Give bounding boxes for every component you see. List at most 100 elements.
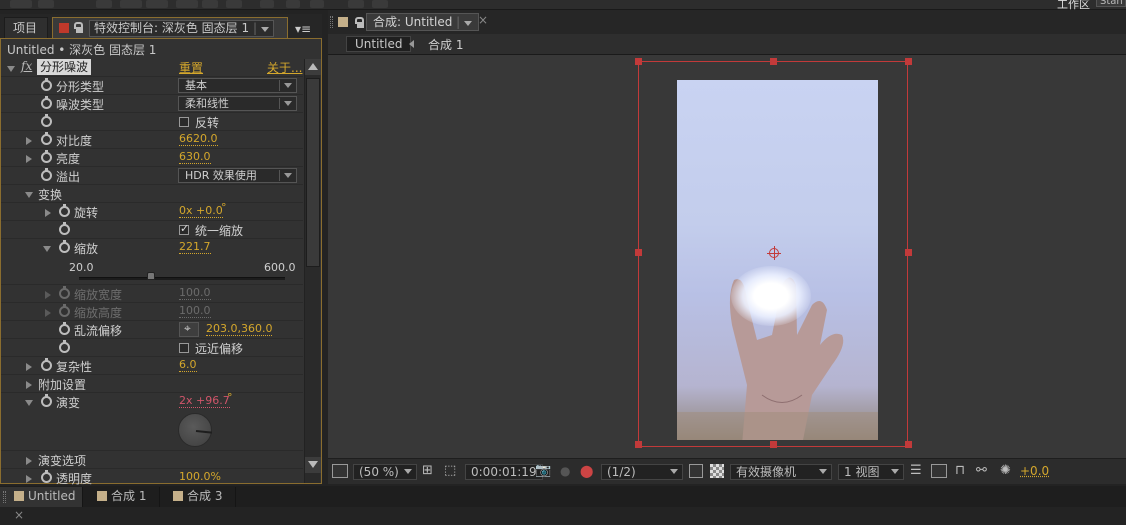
- transform-handle[interactable]: [905, 441, 912, 448]
- expand-toggle-icon[interactable]: [45, 309, 51, 317]
- complexity-value[interactable]: 6.0: [179, 358, 197, 372]
- expand-toggle-icon[interactable]: [26, 457, 32, 465]
- transform-handle[interactable]: [770, 58, 777, 65]
- workspace-select[interactable]: Stan: [1096, 0, 1126, 7]
- roto-brush-tool-button[interactable]: [348, 0, 364, 8]
- region-of-interest-icon[interactable]: [689, 464, 703, 478]
- brush-tool-button[interactable]: [260, 0, 274, 8]
- snapshot-camera-icon[interactable]: 📷: [535, 464, 551, 480]
- tab-project[interactable]: 项目: [4, 17, 48, 38]
- exposure-reset-icon[interactable]: ✺: [1000, 464, 1011, 480]
- rotation-value[interactable]: 0x +0.0: [179, 204, 223, 218]
- mask-tool-button[interactable]: [176, 0, 198, 8]
- chevron-down-icon[interactable]: [464, 21, 473, 26]
- always-preview-icon[interactable]: [332, 464, 348, 478]
- hand-tool-button[interactable]: [38, 0, 54, 8]
- reset-link[interactable]: 重置: [179, 59, 203, 76]
- mask-visibility-icon[interactable]: ⬚: [444, 464, 456, 480]
- transform-handle[interactable]: [905, 249, 912, 256]
- offset-turbulence-value[interactable]: 203.0,360.0: [206, 322, 273, 336]
- eraser-tool-button[interactable]: [310, 0, 324, 8]
- lock-icon[interactable]: [354, 17, 364, 29]
- evolution-angle-dial[interactable]: [178, 413, 213, 447]
- timeline-tab-untitled[interactable]: Untitled ×: [0, 487, 83, 522]
- scale-value[interactable]: 221.7: [179, 240, 211, 254]
- fractal-type-select[interactable]: 基本: [178, 78, 297, 93]
- scroll-thumb[interactable]: [306, 78, 320, 267]
- evolution-value[interactable]: 2x +96.7: [179, 394, 230, 408]
- magnification-select[interactable]: (50 %): [353, 464, 417, 480]
- uniform-scaling-checkbox[interactable]: [179, 222, 189, 235]
- rotate-tool-button[interactable]: [96, 0, 112, 8]
- point-picker-button[interactable]: [179, 321, 199, 337]
- transform-handle[interactable]: [635, 58, 642, 65]
- expand-toggle-icon[interactable]: [7, 66, 15, 72]
- stopwatch-icon[interactable]: [41, 96, 52, 109]
- stopwatch-icon[interactable]: [41, 132, 52, 145]
- selection-tool-button[interactable]: [10, 0, 32, 8]
- stopwatch-icon[interactable]: [41, 150, 52, 163]
- expand-toggle-icon[interactable]: [26, 137, 32, 145]
- close-icon[interactable]: ×: [478, 13, 488, 27]
- breadcrumb-item-comp1[interactable]: 合成 1: [428, 36, 463, 53]
- effect-name[interactable]: 分形噪波: [37, 59, 92, 75]
- about-link[interactable]: 关于...: [267, 59, 302, 76]
- stopwatch-icon[interactable]: [41, 470, 52, 483]
- perspective-offset-checkbox[interactable]: [179, 343, 189, 353]
- scale-slider-handle[interactable]: [146, 272, 155, 280]
- fx-toggle-icon[interactable]: fx: [21, 59, 32, 73]
- transform-handle[interactable]: [635, 441, 642, 448]
- toggle-pixel-aspect-icon[interactable]: ☰: [910, 464, 922, 480]
- transform-handle[interactable]: [905, 58, 912, 65]
- flowchart-icon[interactable]: ⚯: [976, 464, 987, 480]
- camera-tool-button[interactable]: [120, 0, 142, 8]
- expand-toggle-icon[interactable]: [26, 363, 32, 371]
- pan-behind-tool-button[interactable]: [146, 0, 168, 8]
- transparency-grid-icon[interactable]: [710, 464, 724, 478]
- composition-viewer[interactable]: [328, 54, 1126, 458]
- noise-type-select[interactable]: 柔和线性: [178, 96, 297, 111]
- resolution-select[interactable]: (1/2): [601, 464, 683, 480]
- brightness-value[interactable]: 630.0: [179, 150, 211, 164]
- timeline-tab-comp1[interactable]: 合成 1: [85, 487, 160, 507]
- rgb-channels-icon[interactable]: ⬤: [580, 464, 593, 480]
- expand-toggle-icon[interactable]: [26, 475, 32, 483]
- stopwatch-icon[interactable]: [59, 240, 70, 253]
- panel-menu-button[interactable]: ▾≡: [290, 20, 316, 38]
- timeline-icon[interactable]: ⊓: [955, 464, 965, 480]
- stopwatch-icon[interactable]: [59, 204, 70, 217]
- expand-toggle-icon[interactable]: [43, 246, 51, 252]
- stopwatch-icon[interactable]: [59, 340, 70, 353]
- grid-guides-icon[interactable]: ⊞: [422, 464, 433, 480]
- camera-select[interactable]: 有效摄像机: [730, 464, 832, 480]
- scroll-down-button[interactable]: [305, 457, 321, 473]
- contrast-value[interactable]: 6620.0: [179, 132, 218, 146]
- vertical-scrollbar[interactable]: [304, 59, 321, 483]
- overflow-select[interactable]: HDR 效果使用: [178, 168, 297, 183]
- opacity-value[interactable]: 100.0%: [179, 470, 221, 483]
- transform-handle[interactable]: [770, 441, 777, 448]
- chevron-down-icon[interactable]: [260, 27, 269, 32]
- scale-slider[interactable]: [79, 277, 285, 280]
- expand-toggle-icon[interactable]: [26, 381, 32, 389]
- invert-checkbox[interactable]: [179, 117, 189, 127]
- pen-tool-button[interactable]: [202, 0, 218, 8]
- stopwatch-icon[interactable]: [41, 114, 52, 127]
- expand-toggle-icon[interactable]: [45, 209, 51, 217]
- close-icon[interactable]: ×: [14, 508, 24, 522]
- transform-handle[interactable]: [635, 249, 642, 256]
- tab-effect-controls[interactable]: 特效控制台: 深灰色 固态层 1 |: [52, 17, 288, 38]
- anchor-point-icon[interactable]: [767, 246, 781, 260]
- stopwatch-icon[interactable]: [41, 168, 52, 181]
- clone-tool-button[interactable]: [286, 0, 300, 8]
- fast-previews-icon[interactable]: [931, 464, 947, 478]
- tab-composition[interactable]: 合成: Untitled |: [366, 13, 480, 31]
- stopwatch-icon[interactable]: [41, 358, 52, 371]
- stopwatch-icon[interactable]: [59, 222, 70, 235]
- panel-grip-icon[interactable]: [330, 16, 333, 28]
- expand-toggle-icon[interactable]: [25, 400, 33, 406]
- show-snapshot-icon[interactable]: ●: [560, 464, 570, 480]
- timeline-tab-comp3[interactable]: 合成 3: [161, 487, 236, 507]
- stopwatch-icon[interactable]: [41, 78, 52, 91]
- expand-toggle-icon[interactable]: [25, 192, 33, 198]
